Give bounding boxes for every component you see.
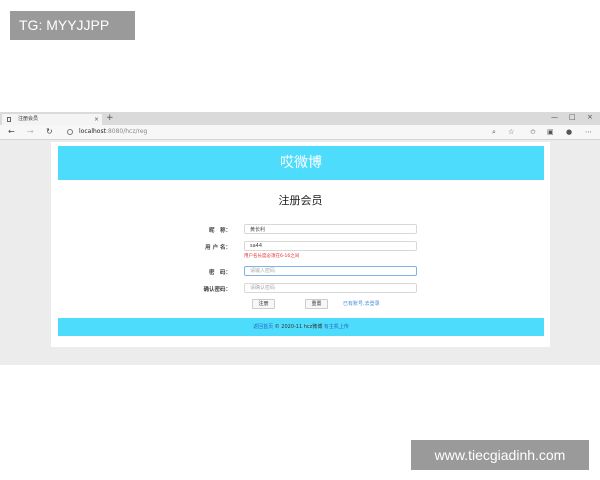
password-input[interactable]	[244, 266, 417, 276]
register-button[interactable]: 注册	[252, 299, 275, 309]
footer-suffix: 有主机上传	[323, 324, 349, 330]
form-title: 注册会员	[278, 194, 323, 207]
username-label: 用 户 名：	[205, 245, 231, 251]
close-window-icon[interactable]: ×	[587, 112, 593, 123]
nickname-input[interactable]	[244, 224, 417, 234]
tag-overlay: TG: MYYJJPP	[10, 11, 135, 40]
url-path: :8080/hcz/reg	[105, 128, 148, 135]
url-field[interactable]: localhost:8080/hcz/reg	[79, 125, 147, 139]
footer-text: 返回首页 © 2020-11 hcz微博 有主机上传	[58, 318, 544, 336]
browser-window: 注册会员 × + — □ × ← → ↻ localhost:8080/hcz/…	[0, 112, 600, 365]
site-title: 哎微博	[280, 155, 322, 171]
tab-close-icon[interactable]: ×	[94, 114, 99, 125]
tab-strip: 注册会员 × + — □ ×	[0, 112, 600, 125]
back-icon[interactable]: ←	[8, 125, 15, 139]
username-error: 用户名长度必须在6-16之间	[244, 254, 300, 259]
maximize-icon[interactable]: □	[569, 112, 576, 123]
search-icon[interactable]: ⌕	[492, 125, 496, 139]
page-footer: 返回首页 © 2020-11 hcz微博 有主机上传	[58, 318, 544, 336]
password-label: 密 码：	[208, 270, 231, 276]
reset-button[interactable]: 重置	[305, 299, 328, 309]
login-link[interactable]: 已有账号,去登录	[343, 300, 380, 307]
watermark-overlay: www.tiecgiadinh.com	[411, 440, 589, 470]
star-icon[interactable]: ☆	[508, 125, 514, 139]
footer-copyright: © 2020-11 hcz微博	[273, 324, 324, 330]
tab-register[interactable]: 注册会员 ×	[2, 114, 102, 125]
minimize-icon[interactable]: —	[551, 112, 558, 123]
site-info-icon[interactable]	[67, 129, 73, 135]
new-tab-icon[interactable]: +	[106, 113, 114, 124]
tab-title: 注册会员	[18, 116, 39, 122]
page-icon	[7, 117, 11, 122]
forward-icon[interactable]: →	[27, 125, 34, 139]
web-page: 哎微博 注册会员 昵 称： 用 户 名： 用户名长度必须在6-16之间 密 码：…	[51, 142, 550, 347]
collections-icon[interactable]: ▣	[547, 125, 554, 139]
menu-icon[interactable]: ⋯	[585, 125, 592, 139]
site-banner: 哎微博	[58, 146, 544, 180]
url-host: localhost	[79, 128, 106, 135]
username-input[interactable]	[244, 241, 417, 251]
refresh-icon[interactable]: ↻	[46, 125, 53, 139]
home-link[interactable]: 返回首页	[253, 324, 273, 330]
confirm-password-input[interactable]	[244, 283, 417, 293]
address-bar: ← → ↻ localhost:8080/hcz/reg ⌕ ☆ ✩ ▣ ● ⋯	[0, 125, 600, 140]
confirm-password-label: 确认密码：	[203, 287, 231, 293]
nickname-label: 昵 称：	[208, 228, 231, 234]
profile-icon[interactable]: ●	[566, 125, 572, 139]
favorites-icon[interactable]: ✩	[530, 125, 536, 139]
